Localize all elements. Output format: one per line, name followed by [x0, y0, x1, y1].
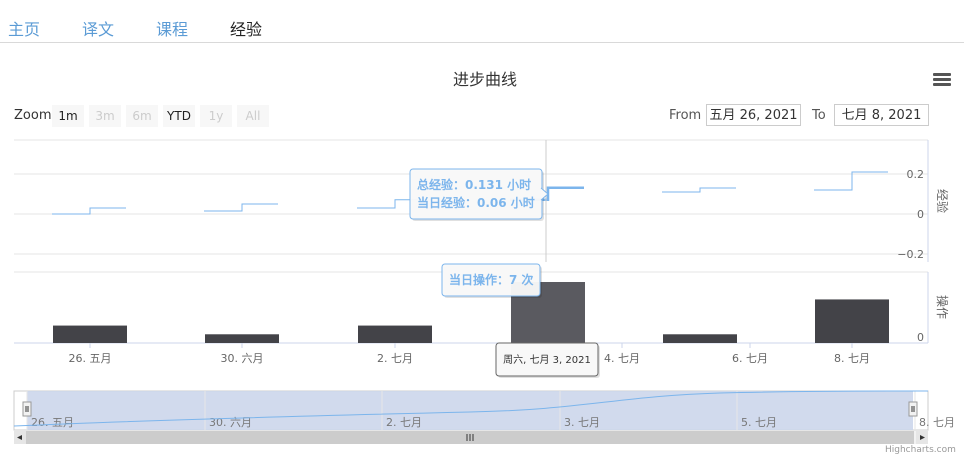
- navigator-tick-label: 3. 七月: [564, 416, 600, 429]
- top-y-axis-label: 经验: [935, 189, 950, 213]
- operation-bar: [815, 299, 889, 343]
- navigator-selected-range: [27, 391, 913, 430]
- zoom-ytd-button[interactable]: YTD: [163, 105, 195, 127]
- tooltip-daily-experience: 当日经验：0.06 小时: [417, 195, 535, 210]
- x-tick-label: 30. 六月: [221, 352, 264, 365]
- tooltip-date-label: 周六, 七月 3, 2021: [503, 354, 591, 366]
- credits-link[interactable]: Highcharts.com: [885, 445, 956, 455]
- zoom-3m-button[interactable]: 3m: [89, 105, 121, 127]
- x-tick-label: 26. 五月: [69, 352, 112, 365]
- experience-series-line: [814, 171, 888, 191]
- navigator-tick-label: 5. 七月: [741, 416, 777, 429]
- operation-bar: [663, 334, 737, 343]
- top-y-tick-label: 0.2: [907, 168, 925, 181]
- from-label: From: [669, 108, 702, 123]
- bottom-y-axis-label: 操作: [935, 295, 950, 319]
- experience-series-line: [662, 187, 736, 193]
- zoom-6m-button[interactable]: 6m: [126, 105, 158, 127]
- zoom-1y-button[interactable]: 1y: [200, 105, 232, 127]
- operation-bar: [205, 334, 279, 343]
- zoom-label: Zoom: [14, 108, 52, 123]
- navigator-handle: [22, 401, 32, 417]
- x-tick-label: 2. 七月: [377, 352, 413, 365]
- from-date-input[interactable]: 五月 26, 2021: [706, 104, 801, 126]
- navigator-tick-label: 26. 五月: [31, 416, 74, 429]
- zoom-all-button[interactable]: All: [237, 105, 269, 127]
- tooltip-total-experience: 总经验：0.131 小时: [417, 177, 531, 192]
- hamburger-menu-icon[interactable]: [933, 73, 951, 87]
- navigator-handle: [908, 401, 918, 417]
- tooltip-daily-operations: 当日操作：7 次: [449, 272, 534, 287]
- experience-series-line: [52, 207, 126, 215]
- top-y-tick-label: 0: [917, 208, 924, 221]
- zoom-1m-button[interactable]: 1m: [52, 105, 84, 127]
- chart-title: 进步曲线: [452, 70, 517, 89]
- to-date-input[interactable]: 七月 8, 2021: [834, 104, 929, 126]
- x-tick-label: 8. 七月: [834, 352, 870, 365]
- navigator-tick-label: 8. 七月: [919, 416, 955, 429]
- operation-bar: [358, 325, 432, 343]
- experience-series-line: [204, 203, 278, 212]
- x-tick-label: 4. 七月: [604, 352, 640, 365]
- experience-tooltip: [409, 168, 543, 220]
- to-label: To: [812, 108, 826, 123]
- bottom-y-tick-label: 0: [917, 331, 924, 344]
- navigator-tick-label: 2. 七月: [386, 416, 422, 429]
- top-y-tick-label: −0.2: [897, 248, 924, 261]
- x-tick-label: 6. 七月: [732, 352, 768, 365]
- operation-bar: [53, 325, 127, 343]
